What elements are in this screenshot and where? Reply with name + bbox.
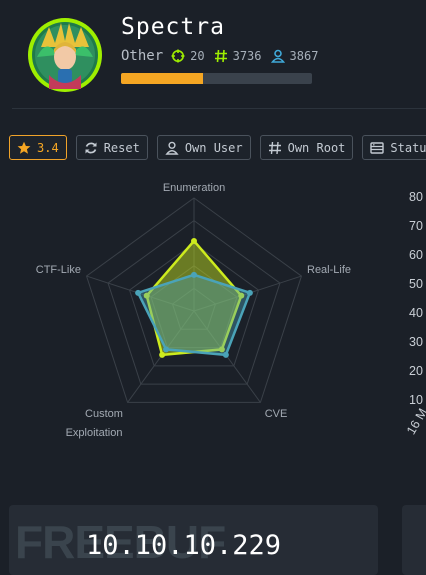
radar-point-2-5 <box>135 289 142 296</box>
user-icon <box>165 141 179 155</box>
y-tick-label: 80 <box>409 190 423 204</box>
rating-button[interactable]: 3.4 <box>9 135 67 160</box>
machine-ip[interactable]: 10.10.10.229 <box>86 530 281 561</box>
refresh-icon <box>84 141 98 155</box>
radar-series-area-2 <box>136 273 252 357</box>
server-icon <box>370 141 385 155</box>
radar-point-1-4 <box>159 351 166 358</box>
skills-radar-chart: Enumeration Real-Life CVE Custom Exploit… <box>36 182 351 439</box>
rating-value: 3.4 <box>37 140 59 155</box>
y-tick-label: 40 <box>409 306 423 320</box>
hash-icon <box>268 141 282 155</box>
y-tick-label: 30 <box>409 335 423 349</box>
radar-point-1-1 <box>191 237 197 244</box>
y-tick-label: 20 <box>409 364 423 378</box>
target-icon <box>171 49 185 63</box>
activity-chart-x-label: 16 M <box>404 405 426 437</box>
star-icon <box>17 141 31 155</box>
axis-label-cve: CVE <box>265 408 288 420</box>
axis-label-custom-line2: Exploitation <box>66 427 123 439</box>
radar-point-2-1 <box>191 271 197 278</box>
side-card <box>402 505 426 575</box>
axis-label-enumeration: Enumeration <box>163 182 225 194</box>
progress-fill <box>121 73 204 84</box>
action-toolbar: 3.4 Reset Own User Own Root Status <box>9 135 426 160</box>
machine-meta: Other 20 3736 3867 <box>121 47 327 65</box>
axis-label-custom-line1: Custom <box>85 408 123 420</box>
own-user-label: Own User <box>184 140 243 155</box>
status-label: Status <box>390 140 426 155</box>
reset-label: Reset <box>103 140 140 155</box>
reset-button[interactable]: Reset <box>75 135 148 160</box>
machine-name: Spectra <box>121 14 225 40</box>
radar-point-2-4 <box>163 346 170 353</box>
own-root-label: Own Root <box>287 140 346 155</box>
y-tick-label: 50 <box>409 277 423 291</box>
machine-points: 20 <box>190 49 205 63</box>
ownership-progress-bar <box>121 73 312 84</box>
own-root-button[interactable]: Own Root <box>259 135 354 160</box>
status-button[interactable]: Status <box>362 135 426 160</box>
radar-point-2-2 <box>246 289 253 296</box>
axis-label-ctf-like: CTF-Like <box>36 264 81 276</box>
hash-icon <box>214 49 228 63</box>
machine-avatar <box>28 18 102 92</box>
own-user-button[interactable]: Own User <box>156 135 251 160</box>
machine-os: Other <box>121 48 164 64</box>
radar-series <box>135 237 253 358</box>
divider <box>12 108 426 109</box>
axis-label-real-life: Real-Life <box>307 264 351 276</box>
radar-point-2-3 <box>222 351 229 358</box>
machine-users: 3867 <box>289 49 319 63</box>
y-tick-label: 70 <box>409 219 423 233</box>
y-tick-label: 60 <box>409 248 423 262</box>
user-icon <box>270 49 285 63</box>
machine-flags: 3736 <box>232 49 262 63</box>
y-tick-label: 10 <box>409 393 423 407</box>
